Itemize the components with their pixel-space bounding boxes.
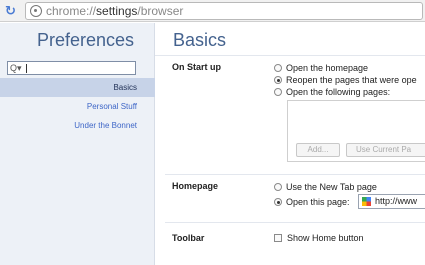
search-icon: Q▾ <box>10 63 22 73</box>
sidebar-item-personal-stuff[interactable]: Personal Stuff <box>0 97 155 116</box>
url-host: settings <box>96 4 138 18</box>
google-favicon-icon <box>362 197 371 206</box>
toolbar-divider <box>165 222 425 223</box>
new-tab-label: Use the New Tab page <box>286 182 377 192</box>
open-homepage-label: Open the homepage <box>286 63 369 73</box>
homepage-divider <box>165 174 425 175</box>
toolbar-section-label: Toolbar <box>172 233 205 243</box>
title-divider <box>155 55 425 56</box>
text-caret <box>26 64 27 73</box>
search-input[interactable]: Q▾ <box>7 61 136 75</box>
reload-icon[interactable]: ↻ <box>5 4 19 18</box>
sidebar-item-basics[interactable]: Basics <box>0 78 155 97</box>
open-following-pages-radio[interactable] <box>274 88 282 96</box>
show-home-button-option[interactable]: Show Home button <box>274 233 364 244</box>
startup-reopen-pages-option[interactable]: Reopen the pages that were ope <box>274 75 417 86</box>
address-bar: ↻ chrome://settings/browser <box>0 0 425 22</box>
show-home-button-checkbox[interactable] <box>274 234 282 242</box>
homepage-new-tab-option[interactable]: Use the New Tab page <box>274 182 377 193</box>
reopen-pages-radio[interactable] <box>274 76 282 84</box>
use-current-pages-button[interactable]: Use Current Pa <box>346 143 425 157</box>
startup-open-homepage-option[interactable]: Open the homepage <box>274 63 368 74</box>
homepage-open-this-page-option[interactable]: Open this page: <box>274 197 350 208</box>
open-this-page-radio[interactable] <box>274 198 282 206</box>
open-this-page-label: Open this page: <box>286 197 350 207</box>
url-scheme: chrome:// <box>46 4 97 18</box>
open-homepage-radio[interactable] <box>274 64 282 72</box>
homepage-section-label: Homepage <box>172 181 219 191</box>
startup-open-following-pages-option[interactable]: Open the following pages: <box>274 87 390 98</box>
sidebar: Preferences Q▾ Basics Personal Stuff Und… <box>0 23 155 265</box>
page-title: Basics <box>173 30 227 50</box>
sidebar-item-under-the-bonnet[interactable]: Under the Bonnet <box>0 116 155 135</box>
homepage-url-value: http://www <box>375 196 418 206</box>
open-following-pages-label: Open the following pages: <box>286 87 391 97</box>
page-icon <box>30 5 42 17</box>
show-home-button-label: Show Home button <box>287 233 364 243</box>
url-input[interactable]: chrome://settings/browser <box>25 2 423 20</box>
reopen-pages-label: Reopen the pages that were ope <box>286 75 417 85</box>
new-tab-radio[interactable] <box>274 183 282 191</box>
url-text: chrome://settings/browser <box>46 5 183 18</box>
startup-section-label: On Start up <box>172 62 221 72</box>
homepage-url-input[interactable]: http://www <box>358 194 425 209</box>
sidebar-title: Preferences <box>37 30 135 50</box>
add-page-button[interactable]: Add... <box>296 143 340 157</box>
url-path: /browser <box>137 4 184 18</box>
